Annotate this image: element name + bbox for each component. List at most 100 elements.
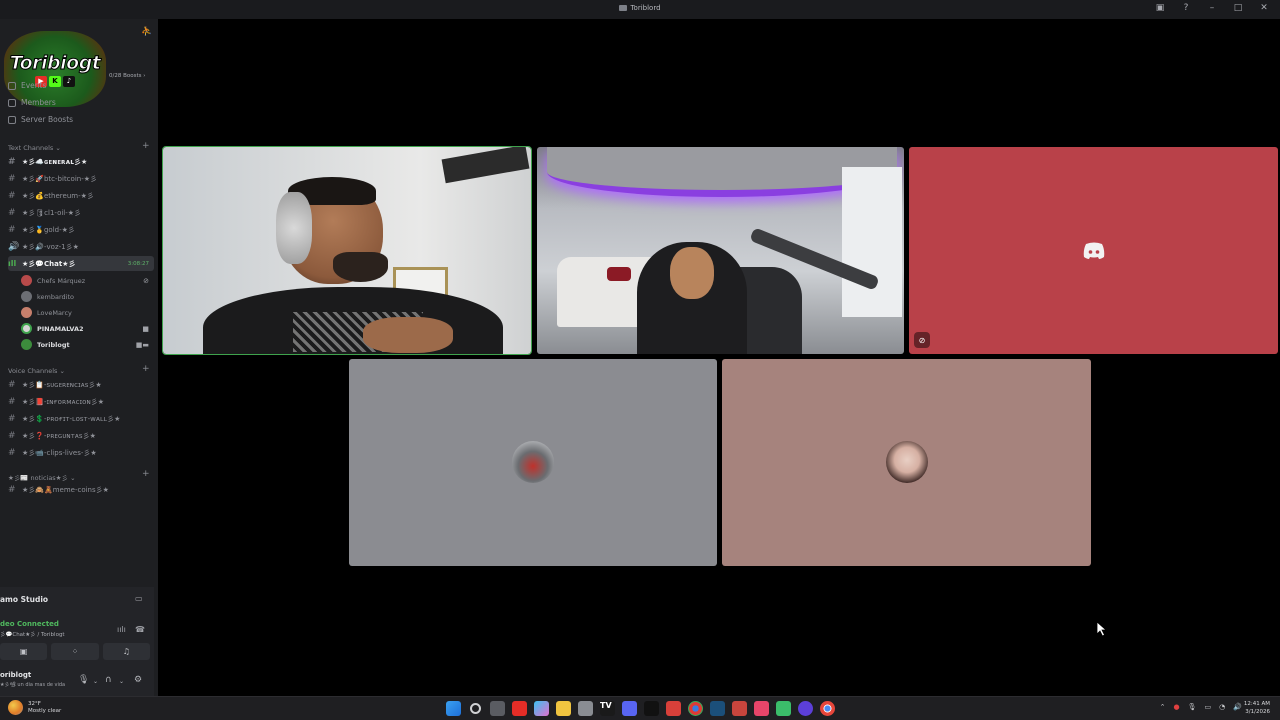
- custom-status[interactable]: ★彡📽 un dia mas de vida: [0, 681, 65, 688]
- activities-button[interactable]: ⁘: [51, 643, 99, 660]
- video-tile-lovemarcy[interactable]: [722, 359, 1091, 566]
- add-noticias-channel-icon[interactable]: +: [142, 469, 150, 479]
- signal-icon[interactable]: ıılı: [117, 625, 126, 634]
- file-explorer-icon[interactable]: [556, 701, 571, 716]
- screen-share-icon[interactable]: ▭: [135, 594, 143, 603]
- video-tile-kembardito[interactable]: [349, 359, 717, 566]
- tray-display-icon[interactable]: ▭: [1205, 703, 1212, 711]
- channel-ethereum[interactable]: # ★彡💰ethereum-★彡: [8, 188, 154, 203]
- soundboard-button[interactable]: ♫: [102, 643, 150, 660]
- clock[interactable]: 12:41 AM 3/1/2026: [1244, 700, 1270, 716]
- category-noticias[interactable]: ★彡📰 noticias★彡 ⌄: [8, 472, 76, 482]
- voice-member[interactable]: Toriblogt ■▬: [21, 337, 153, 352]
- channel-informacion[interactable]: # ★彡📕-ɪɴғᴏʀᴍᴀᴄɪᴏɴ彡★: [8, 394, 154, 409]
- add-text-channel-icon[interactable]: +: [142, 141, 150, 151]
- copilot-icon[interactable]: [534, 701, 549, 716]
- tray-chevron-icon[interactable]: ⌃: [1160, 703, 1166, 711]
- calendar-icon: [8, 81, 16, 90]
- voice-connection-status[interactable]: deo Connected: [0, 620, 59, 628]
- app-tf-icon[interactable]: [732, 701, 747, 716]
- channel-btc[interactable]: # ★彡🚀btc-bitcoin-★彡: [8, 171, 154, 186]
- voice-member[interactable]: LoveMarcy: [21, 305, 153, 320]
- channel-general[interactable]: # ★彡☁️ɢᴇɴᴇʀᴀʟ彡★: [8, 154, 154, 169]
- channel-profit-lost-wall[interactable]: # ★彡💲-ᴘʀᴏғɪᴛ-ʟᴏsᴛ-ᴡᴀʟʟ彡★: [8, 411, 154, 426]
- weather-widget[interactable]: 32°F Mostly clear: [8, 700, 61, 715]
- app-red-icon[interactable]: [666, 701, 681, 716]
- chrome-icon[interactable]: [820, 701, 835, 716]
- members-icon: [8, 98, 16, 107]
- hash-icon: #: [8, 447, 16, 458]
- boost-icon: [8, 115, 16, 124]
- video-tile-no-avatar[interactable]: ⊘: [909, 147, 1278, 354]
- voice-member[interactable]: Chefs Márquez ⊘: [21, 273, 153, 288]
- hash-icon: #: [8, 484, 16, 495]
- store-icon[interactable]: [578, 701, 593, 716]
- hash-icon: #: [8, 190, 16, 201]
- hash-icon: #: [8, 207, 16, 218]
- inbox-icon[interactable]: ▣: [1154, 3, 1166, 13]
- window-controls: ▣ ? – □ ✕: [1154, 3, 1270, 13]
- help-icon[interactable]: ?: [1180, 3, 1192, 13]
- close-icon[interactable]: ✕: [1258, 3, 1270, 13]
- channel-sugerencias[interactable]: # ★彡📋-sᴜɢᴇʀᴇɴᴄɪᴀs彡★: [8, 377, 154, 392]
- channel-meme-coins[interactable]: # ★彡🙈🧸meme-coins彡★: [8, 482, 154, 497]
- channel-preguntas[interactable]: # ★彡❓-ᴘʀᴇɢᴜɴᴛᴀs彡★: [8, 428, 154, 443]
- channel-gold[interactable]: # ★彡🥇gold-★彡: [8, 222, 154, 237]
- steam-icon[interactable]: [710, 701, 725, 716]
- app-green-icon[interactable]: [776, 701, 791, 716]
- microphone-icon[interactable]: 🎙: [78, 675, 89, 685]
- avatar: [21, 323, 32, 334]
- disconnect-icon[interactable]: ☎: [135, 625, 145, 634]
- tray-wifi-icon[interactable]: ◔: [1219, 703, 1225, 711]
- search-icon[interactable]: [470, 703, 481, 714]
- tradingview-icon[interactable]: TV: [600, 701, 615, 716]
- start-icon[interactable]: [446, 701, 461, 716]
- avatar: [21, 339, 32, 350]
- add-voice-channel-icon[interactable]: +: [142, 364, 150, 374]
- boost-counter[interactable]: 0/28 Boosts ›: [109, 73, 145, 79]
- nav-members[interactable]: Members: [8, 98, 56, 107]
- nav-events[interactable]: Events: [8, 81, 46, 90]
- channel-clips-lives[interactable]: # ★彡📹-clips-lives-彡★: [8, 445, 154, 460]
- maximize-icon[interactable]: □: [1232, 3, 1244, 13]
- channel-voz[interactable]: 🔊 ★彡🔊-voz-1彡★: [8, 239, 154, 254]
- avatar: [512, 441, 554, 483]
- nav-server-boosts[interactable]: Server Boosts: [8, 115, 73, 124]
- chrome-alt-icon[interactable]: [688, 701, 703, 716]
- tiktok-icon: ♪: [63, 75, 75, 87]
- tray-volume-icon[interactable]: 🔊: [1233, 703, 1242, 711]
- speaker-icon: 🔊: [8, 241, 20, 252]
- headphone-options-icon[interactable]: ⌄: [119, 678, 124, 685]
- app-purple-icon[interactable]: [798, 701, 813, 716]
- minimize-icon[interactable]: –: [1206, 3, 1218, 13]
- voice-member[interactable]: kembardito: [21, 289, 153, 304]
- screen-share-button[interactable]: ▣: [0, 643, 48, 660]
- tray-mic-icon[interactable]: 🎙: [1188, 703, 1197, 711]
- settings-gear-icon[interactable]: ⚙: [134, 675, 142, 685]
- category-text-channels[interactable]: Text Channels ⌄: [8, 144, 61, 152]
- video-tile-camera-2[interactable]: [537, 147, 904, 354]
- video-icon: ■: [142, 324, 149, 333]
- username[interactable]: oriblogt: [0, 671, 31, 679]
- app-pink-icon[interactable]: [754, 701, 769, 716]
- youtube-app-icon[interactable]: [512, 701, 527, 716]
- weather-icon: [8, 700, 23, 715]
- mute-icon: ⊘: [143, 276, 149, 285]
- voice-member[interactable]: PINAMALVA2 ■: [21, 321, 153, 336]
- hash-icon: #: [8, 413, 16, 424]
- category-voice-channels[interactable]: Voice Channels ⌄: [8, 367, 65, 375]
- server-logo[interactable]: Toribiogt ▶ K ♪: [4, 31, 106, 107]
- task-view-icon[interactable]: [490, 701, 505, 716]
- voice-channel-path[interactable]: 彡💬Chat★彡 / Toriblogt: [0, 630, 65, 638]
- voice-channel-chat[interactable]: ıll ★彡💬Chat★彡 3:08:27: [8, 256, 154, 271]
- tray-record-icon[interactable]: ●: [1174, 703, 1180, 711]
- discord-app-icon[interactable]: [622, 701, 637, 716]
- system-tray: ⌃ ● 🎙 ▭ ◔ 🔊: [1160, 703, 1242, 711]
- channel-oil[interactable]: # ★彡🛢cl1-oil-★彡: [8, 205, 154, 220]
- video-tile-camera-1[interactable]: [162, 146, 532, 355]
- add-member-icon[interactable]: ⛹: [141, 27, 152, 37]
- mic-options-icon[interactable]: ⌄: [93, 678, 98, 685]
- hash-icon: #: [8, 156, 16, 167]
- tiktok-app-icon[interactable]: [644, 701, 659, 716]
- headphones-icon[interactable]: ∩: [105, 675, 112, 685]
